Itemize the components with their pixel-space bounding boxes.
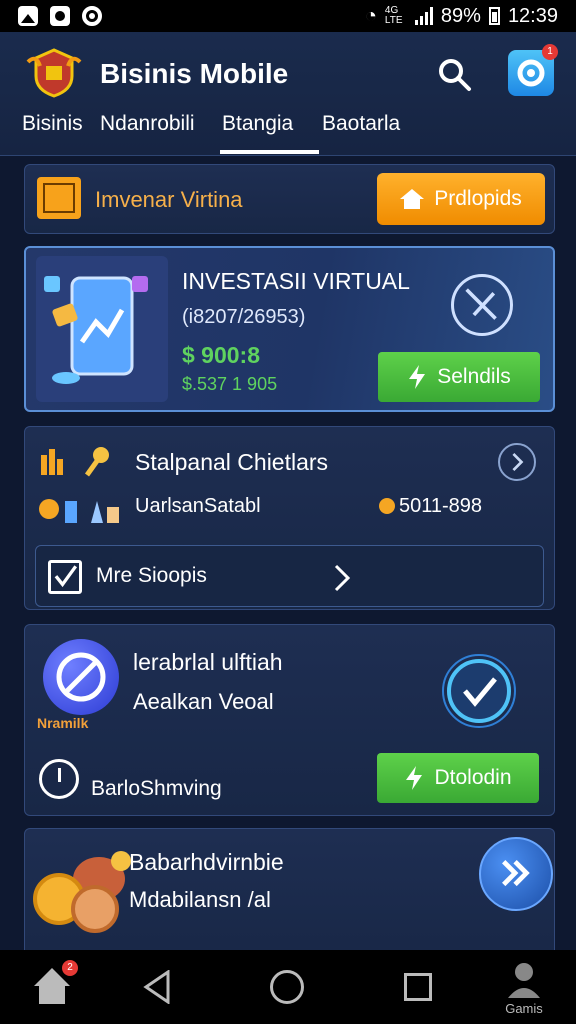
stats-title: Stalpanal Chietlars [135, 449, 329, 475]
system-nav-bar: 2 Gamis [0, 950, 576, 1024]
bottom-card-subtitle: Mdabilansn /al [129, 887, 271, 912]
more-shops-row[interactable]: Mre Sioopis [35, 545, 544, 607]
image-notification-icon [18, 6, 38, 26]
search-icon[interactable] [436, 56, 472, 92]
promo-title: lerabrlal ulftiah [133, 649, 283, 675]
wifi-icon: ◔ [364, 4, 377, 27]
tab-baotarla[interactable]: Baotarla [322, 112, 400, 136]
chart-icon [37, 177, 81, 219]
link-logo-icon [43, 639, 119, 715]
app-logo-icon [26, 48, 82, 98]
promo-footer-label: BarloShmving [91, 777, 222, 800]
virtual-investment-card: INVESTASII VIRTUAL (i8207/26953) $ 900:8… [24, 246, 555, 412]
download-button[interactable]: Dtolodin [377, 753, 539, 803]
virtual-investment-subtitle: (i8207/26953) [182, 306, 306, 328]
app-bar: Bisinis Mobile 1 Bisinis Ndanrobili Btan… [0, 32, 576, 156]
forward-button[interactable] [479, 837, 553, 911]
bottom-card-title: Babarhdvirnbie [129, 849, 284, 875]
battery-icon [488, 7, 500, 25]
stats-card: Stalpanal Chietlars UarlsanSatabl 5011-8… [24, 426, 555, 610]
clock: 12:39 [507, 4, 558, 27]
signal-icon [414, 7, 433, 25]
camera-notification-icon [50, 6, 70, 26]
settings-button[interactable]: 1 [508, 44, 558, 96]
recents-icon[interactable] [404, 973, 432, 1001]
double-chevron-right-icon [502, 860, 530, 887]
products-button[interactable]: Prdlopids [377, 173, 545, 225]
home-circle-icon[interactable] [270, 970, 304, 1004]
checkbox-icon [48, 560, 82, 594]
products-button-label: Prdlopids [434, 187, 522, 210]
chevron-right-circle-icon[interactable] [498, 443, 536, 481]
invest-header-card: Imvenar Virtina Prdlopids [24, 164, 555, 234]
virtual-investment-title: INVESTASII VIRTUAL [182, 268, 410, 294]
coin-icon [379, 498, 395, 514]
notification-badge: 1 [542, 44, 558, 60]
sell-button-label: Selndils [437, 365, 511, 388]
back-icon[interactable] [142, 970, 172, 1004]
stats-row-label: UarlsanSatabl [135, 495, 261, 517]
phone-chart-illustration-icon [36, 256, 168, 402]
active-tab-indicator [220, 150, 319, 154]
tab-bar: Bisinis Ndanrobili Btangia Baotarla [0, 110, 576, 156]
battery-percent: 89% [440, 4, 481, 27]
stats-row-value-container: 5011-898 [379, 495, 482, 518]
virtual-investment-value: $ 900:8 [182, 342, 261, 368]
bar-chart-key-icon [41, 447, 109, 477]
more-shops-label: Mre Sioopis [96, 564, 207, 587]
download-button-label: Dtolodin [434, 766, 512, 789]
promo-card: Nramilk lerabrlal ulftiah Aealkan Veoal … [24, 624, 555, 816]
bolt-icon [409, 365, 426, 389]
tab-btangia[interactable]: Btangia [222, 112, 293, 136]
games-button[interactable]: Gamis [494, 960, 554, 1016]
coins-buildings-icon [39, 499, 119, 523]
user-icon [508, 963, 540, 998]
tab-ndanrobili[interactable]: Ndanrobili [100, 112, 195, 136]
clock-icon [39, 759, 79, 799]
virtual-investment-secondary-value: $.537 1 905 [182, 374, 278, 394]
bottom-card: Babarhdvirnbie Mdabilansn /al [24, 828, 555, 968]
sync-notification-icon [82, 6, 102, 26]
bolt-icon [406, 766, 423, 790]
home-badge: 2 [62, 960, 78, 976]
house-icon [400, 189, 425, 209]
sell-button[interactable]: Selndils [378, 352, 540, 402]
network-type: 4G LTE [384, 5, 403, 26]
stats-row-value: 5011-898 [399, 495, 483, 517]
chevron-right-icon [334, 564, 351, 592]
coins-stack-icon [33, 851, 131, 933]
games-label: Gamis [505, 1001, 543, 1016]
no-signal-icon [451, 274, 513, 336]
tab-bisinis[interactable]: Bisinis [22, 112, 83, 136]
promo-logo-text: Nramilk [37, 715, 89, 731]
app-title: Bisinis Mobile [100, 58, 289, 89]
status-bar: ◔ 4G LTE 89% 12:39 [0, 0, 576, 32]
promo-subtitle: Aealkan Veoal [133, 689, 274, 714]
invest-header-label: Imvenar Virtina [95, 187, 243, 212]
verified-check-badge-icon [442, 654, 516, 728]
